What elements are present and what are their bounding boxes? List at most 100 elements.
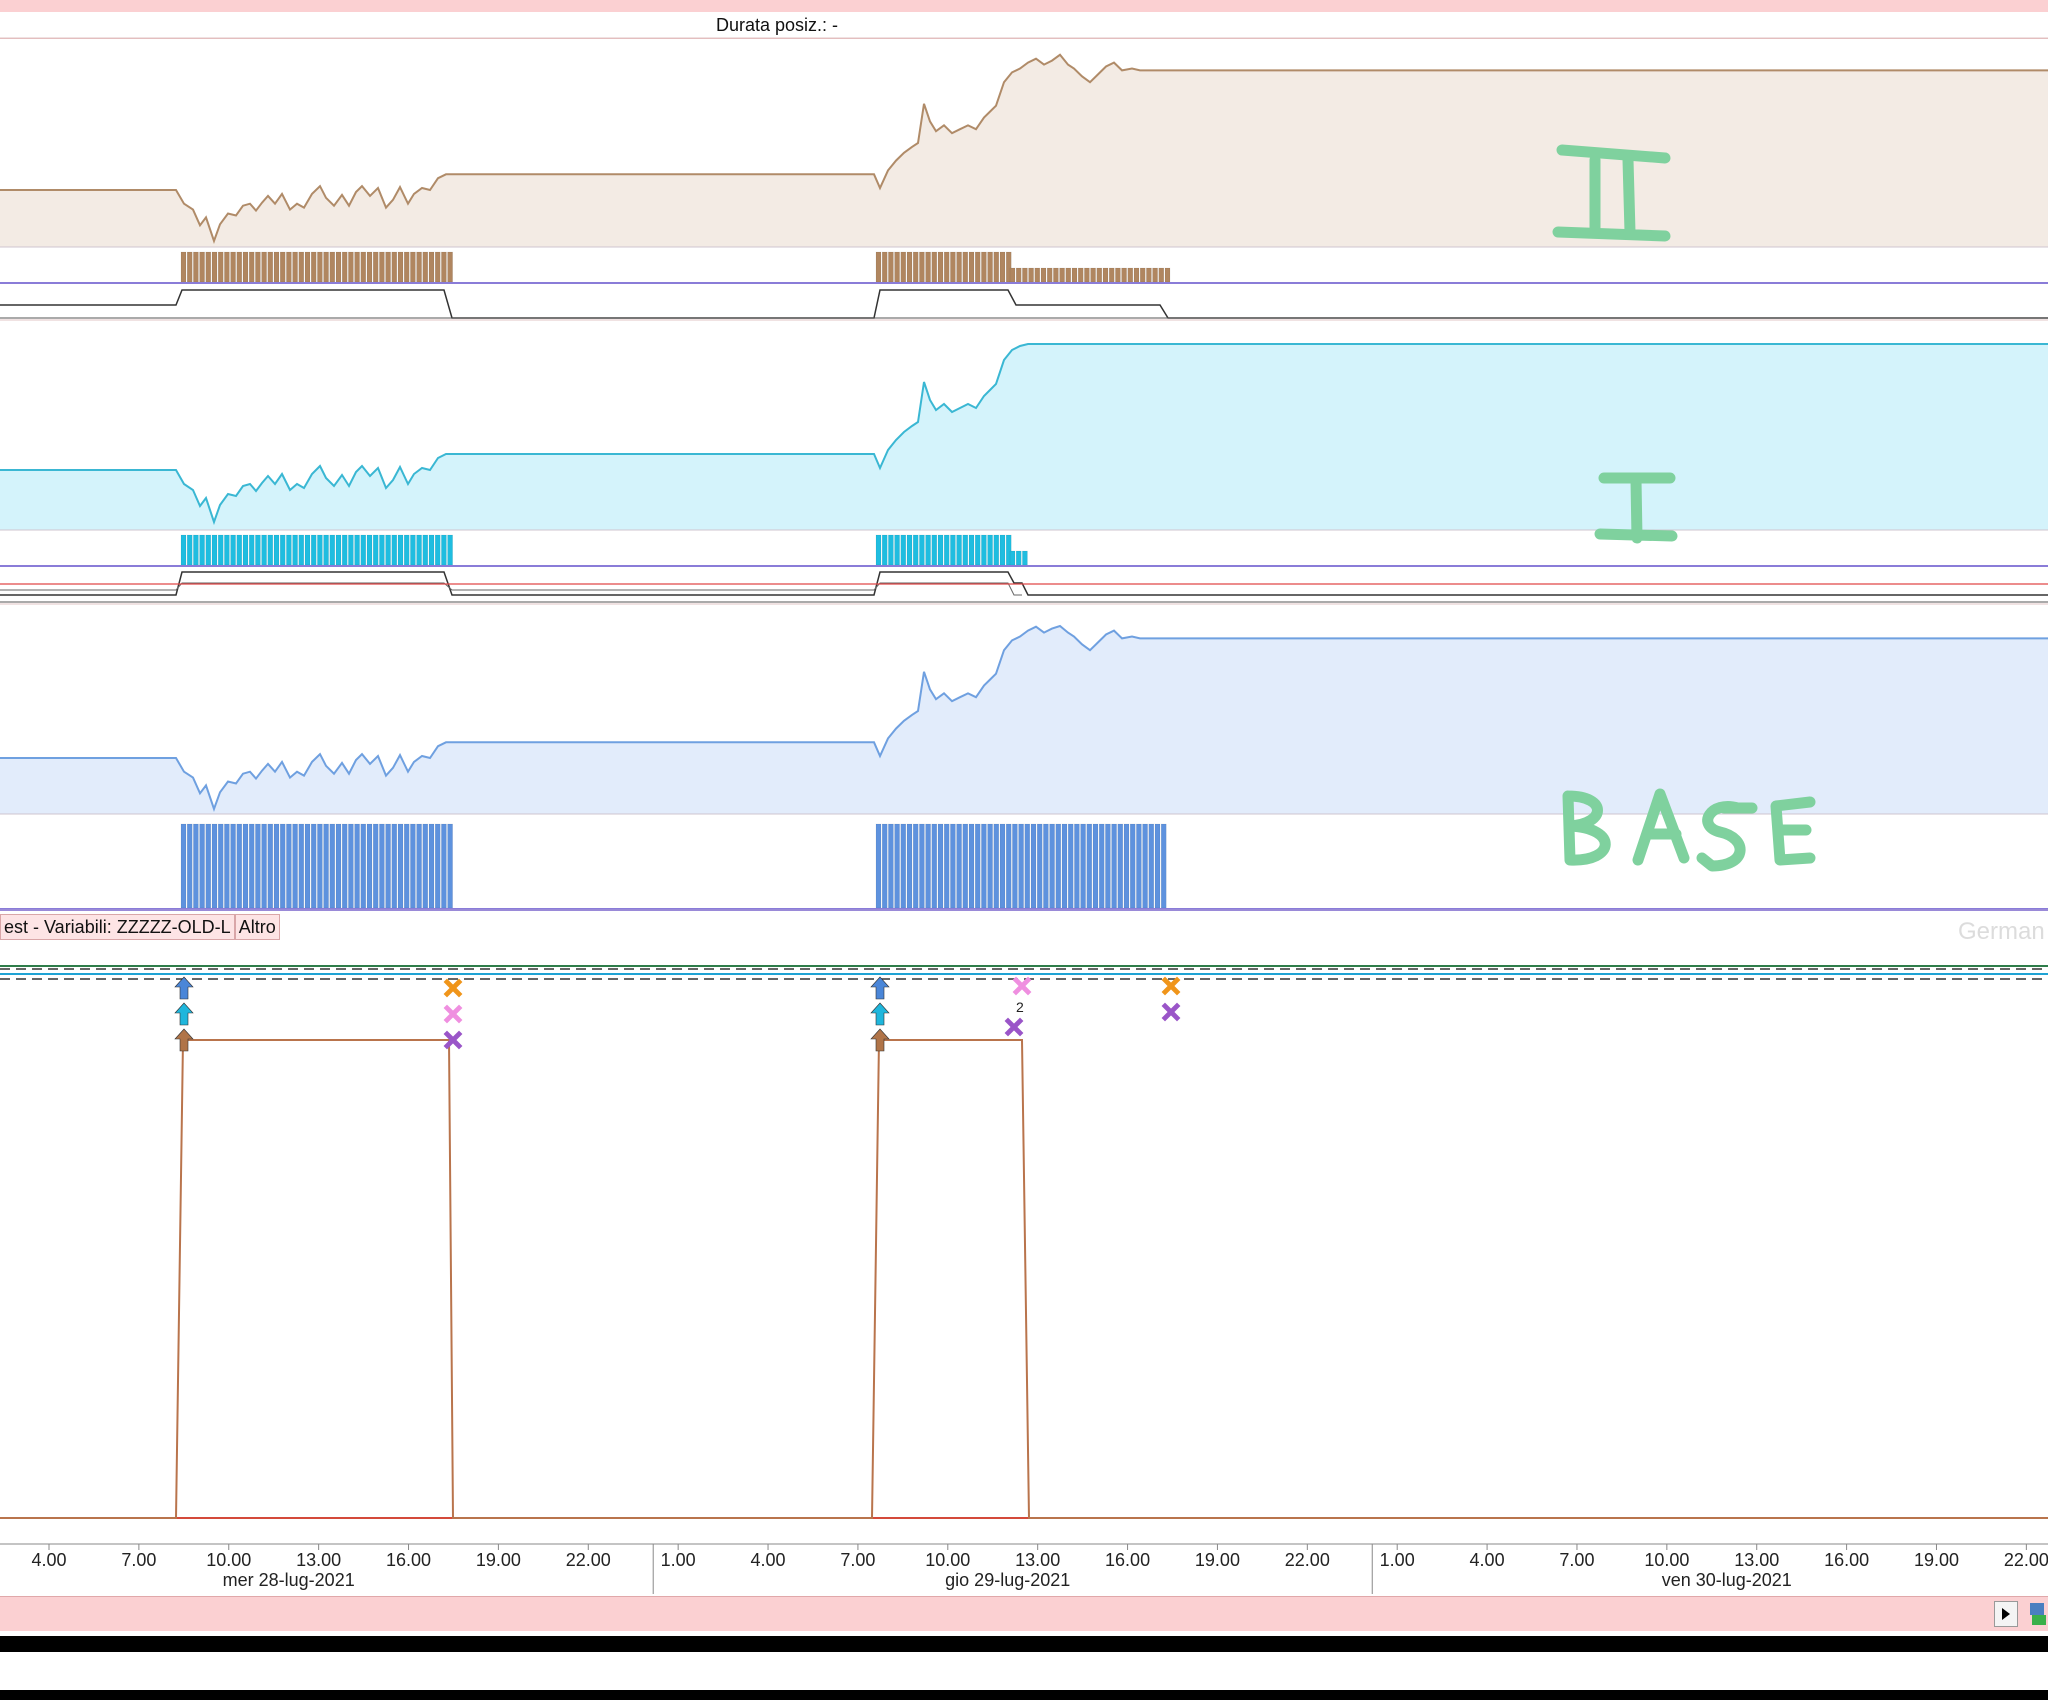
panel-upper-bar — [1090, 267, 1096, 283]
panel-middle-bar — [919, 534, 925, 566]
panel-upper-bar — [906, 251, 913, 283]
panel-middle-bar — [888, 534, 894, 566]
panel-lower-bar — [987, 823, 993, 909]
panel-middle-bar — [348, 534, 354, 566]
panel-lower-bar — [943, 823, 950, 909]
panel-upper-bar — [881, 251, 888, 283]
panel-lower-bar — [968, 823, 975, 909]
panel-upper-bar — [1139, 267, 1146, 283]
panel-lower-bar — [1098, 823, 1105, 909]
panel-upper-bar — [956, 251, 962, 283]
panel-upper-bar — [348, 251, 354, 283]
panel-middle-bar — [962, 534, 969, 566]
panel-upper-bar — [211, 251, 218, 283]
panel-upper-bar — [1077, 267, 1084, 283]
x-tick-label: 13.00 — [296, 1550, 341, 1570]
panel-middle-bar — [875, 534, 882, 566]
panel-upper-bar — [919, 251, 925, 283]
panel-middle-bar — [360, 534, 367, 566]
panel-lower-bar — [447, 823, 453, 909]
panel-lower-bar — [1117, 823, 1124, 909]
strategy-section-bar: est - Variabili: ZZZZZ-OLD-L Altro — [0, 914, 280, 940]
panel-upper-bar — [267, 251, 274, 283]
panel-lower-bar — [1024, 823, 1031, 909]
panel-middle-bar — [304, 534, 311, 566]
panel-upper-bar — [987, 251, 993, 283]
panel-upper-bar — [943, 251, 950, 283]
panel-upper-bar — [217, 251, 224, 283]
panel-middle-bar — [205, 534, 212, 566]
panel-lower-bar — [881, 823, 888, 909]
panel-upper-bar — [422, 251, 429, 283]
panel-upper-bar — [1152, 267, 1158, 283]
panel-middle-bar — [894, 534, 900, 566]
panel-lower-bar — [267, 823, 274, 909]
panel-upper-bar — [205, 251, 212, 283]
panel-lower-bar — [1005, 823, 1012, 909]
panel-upper-bar — [1096, 267, 1103, 283]
panel-upper-bar — [1121, 267, 1127, 283]
panel-middle-bar — [1015, 550, 1022, 566]
panel-lower-bar — [298, 823, 305, 909]
panel-lower-bar — [875, 823, 882, 909]
panel-lower-bar — [335, 823, 342, 909]
panel-lower-bar — [224, 823, 230, 909]
panel-middle-bar — [434, 534, 441, 566]
panel-middle-bar — [968, 534, 975, 566]
panel-lower-bar — [937, 823, 944, 909]
panel-upper-bar — [447, 251, 453, 283]
panel-middle-bar — [292, 534, 298, 566]
scroll-right-icon[interactable] — [1994, 1601, 2018, 1627]
label-base-text: BASE — [1680, 838, 1686, 841]
panel-upper-bar — [323, 251, 329, 283]
x-tick-label: 1.00 — [1380, 1550, 1415, 1570]
panel-lower-bar — [1012, 823, 1018, 909]
date-label: mer 28-lug-2021 — [223, 1570, 355, 1590]
panel-upper-bar — [981, 251, 987, 283]
panel-middle-bar — [956, 534, 962, 566]
panel-lower-bar — [317, 823, 323, 909]
panel-middle-bar — [224, 534, 230, 566]
panel-upper-bar — [242, 251, 249, 283]
trading-chart[interactable]: IIIBASE 2 4.007.0010.0013.0016.0019.0022… — [0, 0, 2048, 1700]
panel-lower-bar — [950, 823, 956, 909]
watermark-text: German — [1958, 918, 2045, 945]
panel-upper-bar — [1028, 267, 1034, 283]
panel-middle-bar — [999, 534, 1006, 566]
panel-upper-bar — [968, 251, 975, 283]
panel-middle-bar — [881, 534, 888, 566]
panel-upper-bar — [441, 251, 447, 283]
panel-lower-bar — [1111, 823, 1117, 909]
horizontal-scrollbar[interactable] — [0, 1596, 2048, 1631]
position-line — [0, 1039, 2048, 1519]
panel-upper-bar — [304, 251, 311, 283]
panel-upper-bar — [199, 251, 205, 283]
panel-upper-bar — [894, 251, 900, 283]
panel-upper-bar — [925, 251, 931, 283]
altro-tab[interactable]: Altro — [234, 914, 280, 940]
panel-lower-bar — [999, 823, 1006, 909]
panel-upper-state-line — [0, 289, 2048, 319]
panel-lower-bar — [242, 823, 249, 909]
panel-lower-bar — [1067, 823, 1074, 909]
x-tick-label: 22.00 — [2004, 1550, 2048, 1570]
panel-lower-bar — [1018, 823, 1024, 909]
panel-upper-bar — [248, 251, 255, 283]
panel-lower-bar — [981, 823, 987, 909]
panel-lower-area — [0, 626, 2048, 814]
panel-lower-bar — [248, 823, 255, 909]
export-icon[interactable] — [2028, 1601, 2048, 1627]
panel-upper-bar — [360, 251, 367, 283]
panel-upper-bar — [416, 251, 422, 283]
panel-middle-bar — [180, 534, 187, 566]
panel-upper-bar — [1115, 267, 1121, 283]
exit-x-icon — [1161, 1002, 1181, 1022]
panel-middle-bar — [379, 534, 385, 566]
panel-upper-bar — [937, 251, 944, 283]
panel-upper-bar — [298, 251, 305, 283]
panel-upper-bar — [912, 251, 919, 283]
panel-middle-bar — [273, 534, 280, 566]
panel-lower-bar — [323, 823, 329, 909]
panel-upper-bar — [379, 251, 385, 283]
panel-middle-bar — [993, 534, 1000, 566]
